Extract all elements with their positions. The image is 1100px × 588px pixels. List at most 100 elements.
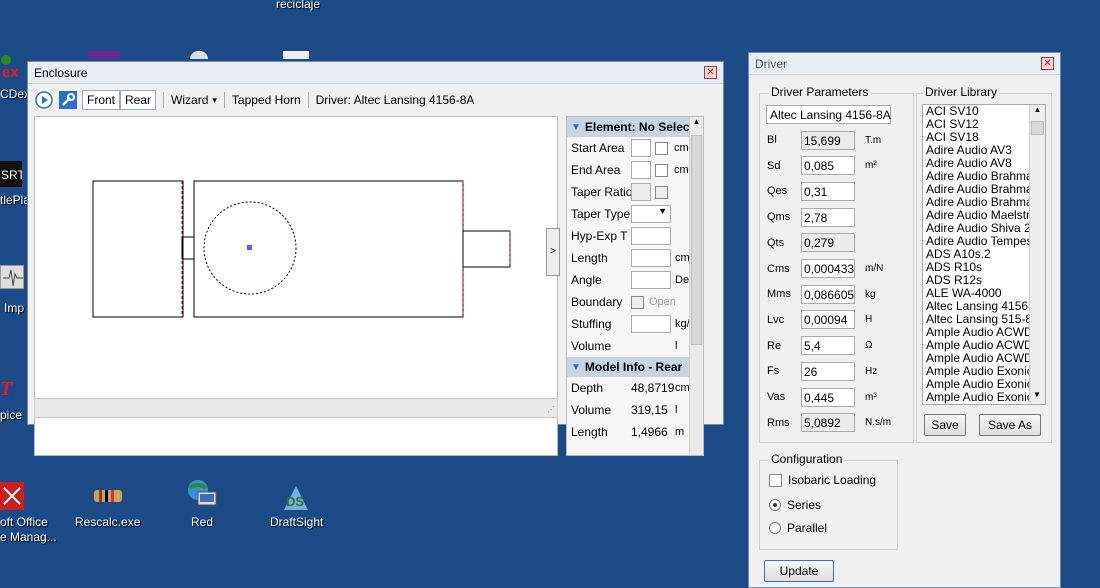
- library-item[interactable]: Adire Audio Maelstrom: [923, 209, 1031, 222]
- library-item[interactable]: Adire Audio AV3: [923, 144, 1031, 157]
- desktop-label-red[interactable]: Red: [191, 515, 213, 529]
- library-item[interactable]: Ample Audio Exonic: [923, 365, 1031, 378]
- scroll-down-icon[interactable]: ▼: [1030, 390, 1044, 404]
- office-manager-icon[interactable]: [0, 482, 24, 510]
- start-area-checkbox[interactable]: [655, 141, 668, 155]
- draftsight-icon[interactable]: DS: [280, 482, 312, 514]
- param-qts-field[interactable]: 0,279: [801, 233, 855, 253]
- desktop-icon-partial[interactable]: [190, 51, 208, 59]
- desktop-icon-partial[interactable]: [283, 51, 309, 59]
- desktop-label-imp[interactable]: Imp: [4, 301, 24, 315]
- end-area-checkbox[interactable]: [655, 163, 668, 177]
- desktop-icon-partial[interactable]: [88, 51, 120, 59]
- desktop-label-pice[interactable]: pice: [0, 408, 22, 422]
- taper-ratio-checkbox[interactable]: [655, 185, 668, 199]
- update-button[interactable]: Update: [764, 560, 834, 582]
- library-item[interactable]: Adire Audio Tempest: [923, 235, 1031, 248]
- desktop-label-tlepla[interactable]: tlePla: [0, 193, 30, 207]
- save-button[interactable]: Save: [924, 414, 966, 436]
- desktop-label-rescalc[interactable]: Rescalc.exe: [75, 515, 140, 529]
- param-qes-field[interactable]: 0,31: [801, 181, 855, 201]
- parallel-radio[interactable]: [769, 522, 781, 534]
- library-item[interactable]: Ample Audio ACWD: [923, 352, 1031, 365]
- library-item[interactable]: ADS R10s: [923, 261, 1031, 274]
- param-mms-field[interactable]: 0,0866054: [801, 284, 855, 304]
- library-scrollbar[interactable]: ▲ ▼: [1029, 105, 1045, 404]
- param-bl-field[interactable]: 15,699: [801, 130, 855, 150]
- param-fs-field[interactable]: 26: [801, 361, 855, 381]
- cdex-icon[interactable]: ex: [0, 50, 26, 81]
- front-button[interactable]: Front: [82, 90, 121, 110]
- param-cms-field[interactable]: 0,000433: [801, 259, 855, 278]
- param-qms-field[interactable]: 2,78: [801, 207, 855, 227]
- param-re-field[interactable]: 5,4: [801, 336, 855, 356]
- param-lvc-field[interactable]: 0,00094: [801, 310, 855, 330]
- library-item[interactable]: Ample Audio Exonic: [923, 378, 1031, 391]
- scroll-up-icon[interactable]: ▲: [690, 117, 703, 131]
- param-row-cms: Cms 0,000433 m/N: [767, 258, 927, 280]
- taper-type-select[interactable]: ▼: [631, 205, 671, 223]
- wrench-icon[interactable]: [58, 90, 78, 110]
- param-rms-field[interactable]: 5,0892: [801, 413, 855, 433]
- library-item[interactable]: Ample Audio Exonic: [923, 391, 1031, 404]
- resize-grip-icon[interactable]: ⋰: [547, 405, 555, 414]
- library-item[interactable]: Adire Audio Shiva 2: [923, 222, 1031, 235]
- length-input[interactable]: [631, 249, 671, 267]
- stuffing-input[interactable]: [631, 315, 671, 333]
- library-item[interactable]: ADS R12s: [923, 274, 1031, 287]
- library-item[interactable]: ALE WA-4000: [923, 287, 1031, 300]
- desktop-label-office[interactable]: oft Office: [0, 515, 48, 529]
- isobaric-loading-option[interactable]: Isobaric Loading: [769, 473, 876, 487]
- rescalc-icon[interactable]: [92, 480, 124, 512]
- model-info-header[interactable]: ▼ Model Info - Rear: [567, 357, 703, 377]
- expand-panel-button[interactable]: >: [546, 228, 560, 276]
- scroll-thumb[interactable]: [1031, 121, 1044, 135]
- library-item[interactable]: Ample Audio ACWD: [923, 326, 1031, 339]
- hyp-exp-input[interactable]: [631, 227, 671, 245]
- scroll-thumb[interactable]: [691, 135, 702, 345]
- series-option[interactable]: Series: [769, 498, 821, 512]
- boundary-checkbox[interactable]: [631, 295, 644, 309]
- desktop-label-office-manag[interactable]: e Manag...: [0, 530, 57, 544]
- rear-button[interactable]: Rear: [120, 90, 157, 110]
- library-item[interactable]: Altec Lansing 4156-8: [923, 300, 1031, 313]
- property-scrollbar[interactable]: ▲: [689, 117, 703, 455]
- start-area-input[interactable]: [631, 139, 651, 157]
- driver-titlebar[interactable]: Driver ✕: [749, 53, 1060, 75]
- close-icon[interactable]: ✕: [704, 66, 717, 79]
- isobaric-loading-checkbox[interactable]: [769, 473, 782, 487]
- angle-input[interactable]: [631, 271, 671, 289]
- driver-library-list[interactable]: ACI SV10 ACI SV12 ACI SV18 Adire Audio AV3 A…: [922, 104, 1046, 405]
- library-item[interactable]: ACI SV18: [923, 131, 1031, 144]
- play-icon[interactable]: [34, 90, 54, 110]
- wizard-dropdown[interactable]: Wizard ▾: [171, 93, 217, 107]
- close-icon[interactable]: ✕: [1041, 57, 1054, 70]
- impulse-icon[interactable]: [0, 265, 24, 289]
- driver-name-field[interactable]: Altec Lansing 4156-8A: [766, 105, 891, 124]
- desktop-label-draftsight[interactable]: DraftSight: [270, 515, 323, 529]
- subtitle-player-icon[interactable]: SRT: [0, 161, 25, 187]
- library-item[interactable]: ACI SV12: [923, 118, 1031, 131]
- library-item[interactable]: Ample Audio ACWD: [923, 339, 1031, 352]
- desktop-label-cdex[interactable]: CDex: [0, 87, 30, 101]
- library-item[interactable]: Adire Audio AV8: [923, 157, 1031, 170]
- param-sd-field[interactable]: 0,085: [801, 156, 855, 176]
- series-radio[interactable]: [769, 499, 781, 511]
- scroll-up-icon[interactable]: ▲: [1030, 105, 1045, 119]
- param-vas-field[interactable]: 0,445: [801, 387, 855, 407]
- enclosure-titlebar[interactable]: Enclosure ✕: [28, 62, 723, 84]
- element-header[interactable]: ▼ Element: No Selection: [567, 117, 703, 137]
- parallel-option[interactable]: Parallel: [769, 521, 827, 535]
- library-item[interactable]: Altec Lansing 515-8H: [923, 313, 1031, 326]
- library-item[interactable]: Adire Audio Brahma 1: [923, 183, 1031, 196]
- pspice-icon[interactable]: T: [0, 375, 24, 400]
- taper-ratio-input[interactable]: [631, 183, 651, 201]
- desktop-label-reciclaje[interactable]: reciclaje: [276, 0, 320, 11]
- library-item[interactable]: ACI SV10: [923, 105, 1031, 118]
- library-item[interactable]: Adire Audio Brahma 1: [923, 170, 1031, 183]
- save-as-button[interactable]: Save As: [979, 414, 1041, 436]
- library-item[interactable]: Adire Audio Brahma 1: [923, 196, 1031, 209]
- library-item[interactable]: ADS A10s.2: [923, 248, 1031, 261]
- network-icon[interactable]: [186, 478, 218, 510]
- end-area-input[interactable]: [631, 161, 651, 179]
